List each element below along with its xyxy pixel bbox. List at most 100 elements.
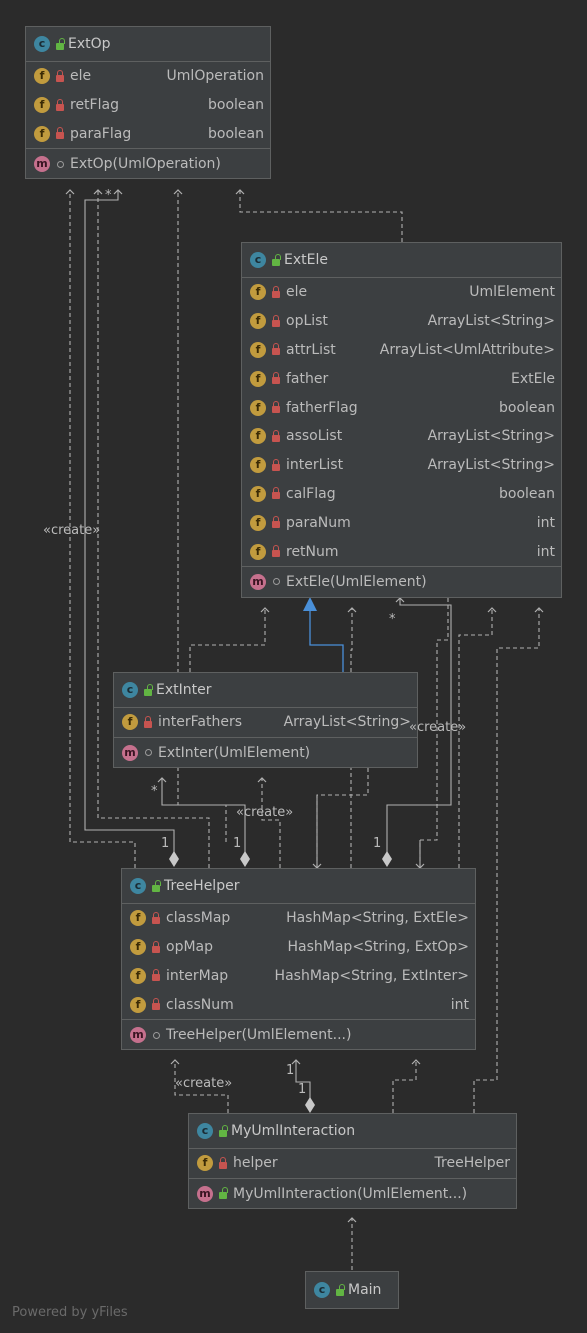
class-icon: c <box>197 1123 213 1139</box>
field-row: f opList ArrayList<String> <box>242 307 561 336</box>
field-name: father <box>286 370 329 387</box>
method-row: m ExtOp(UmlOperation) <box>26 149 270 179</box>
field-name: ele <box>286 284 308 301</box>
field-icon: f <box>250 543 266 560</box>
class-treehelper-header: c TreeHelper <box>122 869 475 904</box>
class-extop[interactable]: c ExtOp f ele UmlOperation f retFlag boolean… <box>25 26 271 179</box>
field-type: ArrayList<String> <box>427 313 555 330</box>
field-name: opList <box>286 313 328 330</box>
lock-icon <box>152 940 160 953</box>
method-icon: m <box>122 744 138 761</box>
field-type: HashMap<String, ExtEle> <box>286 910 469 927</box>
inheritance-edge <box>309 610 344 672</box>
field-name: opMap <box>166 939 213 956</box>
package-visibility-icon <box>153 1031 160 1039</box>
edge-myuml-treehelper-dep <box>392 1059 421 1113</box>
unlock-icon <box>219 1124 228 1137</box>
field-name: retNum <box>286 543 339 560</box>
lock-icon <box>272 458 280 471</box>
field-type: int <box>536 543 555 560</box>
lock-icon <box>272 545 280 558</box>
class-treehelper[interactable]: c TreeHelper f classMap HashMap<String, Ex… <box>121 868 476 1050</box>
field-row: f helper TreeHelper <box>189 1149 516 1178</box>
field-name: interFathers <box>158 714 242 731</box>
field-icon: f <box>250 370 266 387</box>
field-type: TreeHelper <box>434 1155 510 1172</box>
class-extele-fields: f ele UmlElement f opList ArrayList<String> … <box>242 278 561 567</box>
field-name: interMap <box>166 967 229 984</box>
multiplicity-label: 1 <box>298 1082 307 1097</box>
method-icon: m <box>197 1185 213 1202</box>
field-row: f ele UmlElement <box>242 278 561 307</box>
field-name: paraNum <box>286 514 351 531</box>
edge-extele-extop-dep <box>235 189 403 242</box>
field-row: f opMap HashMap<String, ExtOp> <box>122 933 475 962</box>
method-row: m ExtEle(UmlElement) <box>242 567 561 597</box>
field-icon: f <box>250 341 266 358</box>
field-row: f attrList ArrayList<UmlAttribute> <box>242 336 561 365</box>
field-row: f classMap HashMap<String, ExtEle> <box>122 904 475 933</box>
field-icon: f <box>130 910 146 927</box>
class-treehelper-fields: f classMap HashMap<String, ExtEle> f opMap H… <box>122 904 475 1021</box>
field-icon: f <box>250 284 266 301</box>
diamond-treehelper-extinter <box>240 851 250 867</box>
create-label: «create» <box>43 523 101 538</box>
field-icon: f <box>250 485 266 502</box>
lock-icon <box>144 715 152 728</box>
field-row: f paraNum int <box>242 508 561 537</box>
field-name: helper <box>233 1155 278 1172</box>
field-icon: f <box>34 97 50 114</box>
field-icon: f <box>34 125 50 142</box>
class-main[interactable]: c Main <box>305 1271 399 1309</box>
field-type: ArrayList<String> <box>427 457 555 474</box>
field-name: classMap <box>166 910 231 927</box>
class-extop-methods: m ExtOp(UmlOperation) <box>26 149 270 179</box>
field-name: paraFlag <box>70 125 132 142</box>
field-name: interList <box>286 457 344 474</box>
class-extele-name: ExtEle <box>284 252 328 268</box>
lock-icon <box>272 401 280 414</box>
unlock-icon <box>152 879 161 892</box>
class-icon: c <box>34 36 50 52</box>
class-myumlinteraction[interactable]: c MyUmlInteraction f helper TreeHelper m My… <box>188 1113 517 1209</box>
class-extinter[interactable]: c ExtInter f interFathers ArrayList<String… <box>113 672 418 768</box>
lock-icon <box>152 969 160 982</box>
field-row: f classNum int <box>122 990 475 1019</box>
edge-treehelper-extinter-dep <box>316 768 369 868</box>
diamond-treehelper-extele <box>382 851 392 867</box>
field-type: ArrayList<String> <box>283 714 411 731</box>
watermark: Powered by yFiles <box>12 1305 128 1320</box>
lock-icon <box>272 314 280 327</box>
class-main-header: c Main <box>306 1272 398 1308</box>
field-name: ele <box>70 68 92 85</box>
field-type: HashMap<String, ExtInter> <box>274 967 469 984</box>
method-row: m MyUmlInteraction(UmlElement...) <box>189 1179 516 1209</box>
lock-icon <box>272 429 280 442</box>
field-icon: f <box>250 428 266 445</box>
field-type: ArrayList<String> <box>427 428 555 445</box>
field-row: f calFlag boolean <box>242 480 561 509</box>
class-extinter-fields: f interFathers ArrayList<String> <box>114 708 417 738</box>
class-myuml-header: c MyUmlInteraction <box>189 1114 516 1149</box>
method-row: m ExtInter(UmlElement) <box>114 738 417 768</box>
class-extele[interactable]: c ExtEle f ele UmlElement f opList ArrayList… <box>241 242 562 598</box>
class-extele-methods: m ExtEle(UmlElement) <box>242 567 561 597</box>
method-icon: m <box>34 156 50 173</box>
create-label: «create» <box>175 1076 233 1091</box>
field-icon: f <box>130 939 146 956</box>
lock-icon <box>56 127 64 140</box>
field-type: UmlOperation <box>166 68 264 85</box>
edge-extinter-extele-dep <box>189 607 270 672</box>
method-name: ExtEle(UmlElement) <box>286 573 427 590</box>
class-extop-fields: f ele UmlOperation f retFlag boolean f paraFl… <box>26 62 270 150</box>
field-row: f father ExtEle <box>242 364 561 393</box>
edge-misc-extele-dep2 <box>458 607 497 868</box>
lock-icon <box>272 487 280 500</box>
class-extinter-header: c ExtInter <box>114 673 417 708</box>
class-extele-header: c ExtEle <box>242 243 561 278</box>
inheritance-arrowhead <box>303 597 317 611</box>
method-row: m TreeHelper(UmlElement...) <box>122 1020 475 1050</box>
create-label: «create» <box>236 805 294 820</box>
class-treehelper-methods: m TreeHelper(UmlElement...) <box>122 1020 475 1050</box>
field-type: ArrayList<UmlAttribute> <box>379 341 555 358</box>
